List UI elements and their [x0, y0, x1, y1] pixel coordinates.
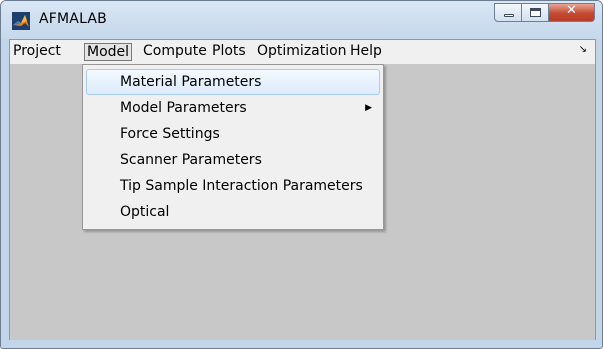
maximize-icon — [530, 8, 541, 17]
menu-item-model-parameters[interactable]: Model Parameters ▶ — [86, 95, 380, 121]
menu-plots[interactable]: Plots — [210, 43, 248, 61]
menu-item-optical[interactable]: Optical — [86, 199, 380, 225]
maximize-button[interactable] — [522, 3, 549, 22]
submenu-arrow-icon: ▶ — [365, 103, 372, 113]
figure-canvas[interactable]: Project Model Compute Plots Optimization… — [9, 39, 596, 342]
menu-item-label: Optical — [120, 204, 170, 220]
menu-compute[interactable]: Compute — [141, 43, 209, 61]
title-bar[interactable]: AFMALAB ✕ — [1, 1, 602, 39]
window-title: AFMALAB — [39, 11, 107, 27]
close-icon: ✕ — [566, 3, 577, 18]
menu-item-label: Material Parameters — [120, 74, 262, 90]
window-controls: ✕ — [494, 3, 595, 23]
close-button[interactable]: ✕ — [549, 3, 595, 22]
menu-item-scanner-parameters[interactable]: Scanner Parameters — [86, 147, 380, 173]
minimize-icon — [504, 14, 514, 17]
menu-item-label: Scanner Parameters — [120, 152, 262, 168]
menu-overflow-icon[interactable]: ↘ — [579, 44, 587, 55]
model-dropdown-menu: Material Parameters Model Parameters ▶ F… — [82, 64, 384, 230]
minimize-button[interactable] — [494, 3, 522, 22]
menu-item-force-settings[interactable]: Force Settings — [86, 121, 380, 147]
app-window: AFMALAB ✕ Project Model Compute Plots Op… — [0, 0, 603, 349]
menu-optimization[interactable]: Optimization — [255, 43, 349, 61]
menu-item-label: Tip Sample Interaction Parameters — [120, 178, 363, 194]
menu-help[interactable]: Help — [348, 43, 384, 61]
menu-bar: Project Model Compute Plots Optimization… — [10, 40, 595, 64]
menu-item-label: Force Settings — [120, 126, 220, 142]
matlab-logo-icon — [12, 12, 30, 30]
menu-project[interactable]: Project — [11, 43, 63, 61]
menu-item-label: Model Parameters — [120, 100, 247, 116]
menu-item-tip-sample-interaction-parameters[interactable]: Tip Sample Interaction Parameters — [86, 173, 380, 199]
menu-model[interactable]: Model — [84, 43, 133, 61]
window-frame-bottom — [1, 340, 602, 348]
menu-item-material-parameters[interactable]: Material Parameters — [86, 69, 380, 95]
